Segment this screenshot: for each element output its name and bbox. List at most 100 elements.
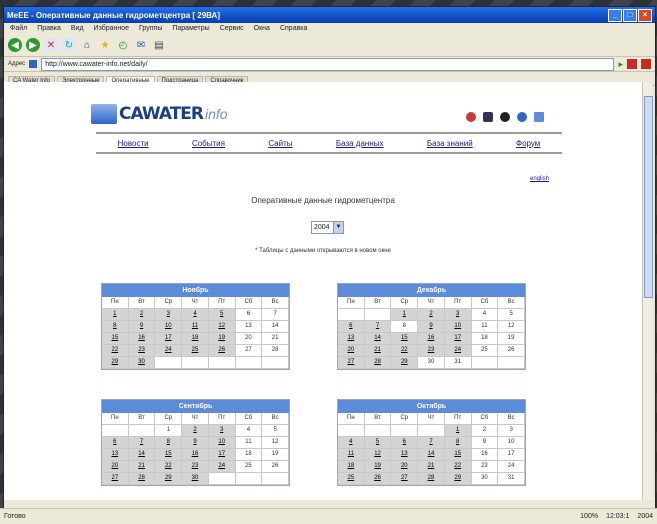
day-cell[interactable]: 23 [418, 345, 445, 357]
zoom-level[interactable]: 100% [580, 513, 598, 520]
scrollbar-thumb[interactable] [644, 96, 653, 298]
vertical-scrollbar[interactable] [642, 82, 653, 500]
day-cell[interactable]: 18 [182, 333, 209, 345]
back-icon[interactable]: ◀ [8, 38, 22, 52]
mail-site-icon[interactable] [534, 112, 544, 122]
day-cell[interactable]: 13 [391, 449, 419, 461]
day-cell[interactable]: 28 [364, 357, 392, 369]
maximize-button[interactable]: □ [623, 8, 637, 22]
day-cell[interactable]: 29 [391, 357, 419, 369]
day-cell[interactable]: 27 [338, 357, 365, 369]
day-cell[interactable]: 20 [338, 345, 365, 357]
day-cell[interactable]: 7 [364, 321, 392, 333]
day-cell[interactable]: 17 [208, 449, 236, 461]
day-cell[interactable]: 15 [391, 333, 419, 345]
day-cell[interactable]: 22 [444, 461, 472, 473]
day-cell[interactable]: 8 [102, 321, 129, 333]
day-cell[interactable]: 6 [391, 437, 419, 449]
address-bar[interactable]: http://www.cawater-info.net/daily/ [41, 57, 615, 71]
day-cell[interactable]: 22 [102, 345, 129, 357]
day-cell[interactable]: 29 [155, 473, 183, 485]
nav-events[interactable]: События [192, 139, 225, 148]
menu-file[interactable]: Файл [10, 25, 27, 32]
day-cell[interactable]: 22 [155, 461, 183, 473]
day-cell[interactable]: 10 [444, 321, 472, 333]
nav-knowledge-base[interactable]: База знаний [427, 139, 473, 148]
menu-favorites[interactable]: Избранное [94, 25, 129, 32]
english-link[interactable]: english [530, 176, 549, 182]
day-cell[interactable]: 23 [128, 345, 156, 357]
day-cell[interactable]: 3 [208, 425, 236, 437]
history-icon[interactable]: ◴ [116, 38, 130, 52]
menu-edit[interactable]: Правка [37, 25, 61, 32]
nav-news[interactable]: Новости [118, 139, 149, 148]
day-cell[interactable]: 2 [182, 425, 209, 437]
day-cell[interactable]: 23 [182, 461, 209, 473]
globe-icon[interactable] [500, 112, 510, 122]
stop-icon[interactable]: ✕ [44, 38, 58, 52]
day-cell[interactable]: 9 [418, 321, 445, 333]
day-cell[interactable]: 5 [364, 437, 392, 449]
day-cell[interactable]: 16 [128, 333, 156, 345]
go-icon[interactable]: ▸ [618, 59, 623, 70]
day-cell[interactable]: 3 [444, 309, 472, 321]
menu-window[interactable]: Окна [254, 25, 270, 32]
day-cell[interactable]: 17 [155, 333, 183, 345]
day-cell[interactable]: 8 [444, 437, 472, 449]
day-cell[interactable]: 4 [338, 437, 365, 449]
day-cell[interactable]: 28 [128, 473, 156, 485]
day-cell[interactable]: 14 [364, 333, 392, 345]
day-cell[interactable]: 29 [102, 357, 129, 369]
minimize-button[interactable]: _ [608, 8, 622, 22]
day-cell[interactable]: 27 [102, 473, 129, 485]
day-cell[interactable]: 29 [444, 473, 472, 485]
day-cell[interactable]: 11 [338, 449, 365, 461]
day-cell[interactable]: 21 [418, 461, 445, 473]
day-cell[interactable]: 7 [128, 437, 156, 449]
day-cell[interactable]: 30 [128, 357, 156, 369]
day-cell[interactable]: 14 [418, 449, 445, 461]
day-cell[interactable]: 20 [391, 461, 419, 473]
nav-database[interactable]: База данных [336, 139, 384, 148]
day-cell[interactable]: 28 [418, 473, 445, 485]
day-cell[interactable]: 20 [102, 461, 129, 473]
nav-sites[interactable]: Сайты [268, 139, 292, 148]
day-cell[interactable]: 10 [155, 321, 183, 333]
day-cell[interactable]: 22 [391, 345, 419, 357]
day-cell[interactable]: 2 [128, 309, 156, 321]
day-cell[interactable]: 16 [182, 449, 209, 461]
day-cell[interactable]: 24 [208, 461, 236, 473]
menu-help[interactable]: Справка [280, 25, 307, 32]
day-cell[interactable]: 7 [418, 437, 445, 449]
day-cell[interactable]: 26 [208, 345, 236, 357]
print-icon[interactable]: ▤ [152, 38, 166, 52]
day-cell[interactable]: 12 [364, 449, 392, 461]
day-cell[interactable]: 18 [338, 461, 365, 473]
day-cell[interactable]: 15 [102, 333, 129, 345]
day-cell[interactable]: 13 [338, 333, 365, 345]
day-cell[interactable]: 21 [128, 461, 156, 473]
refresh-icon[interactable]: ↻ [62, 38, 76, 52]
day-cell[interactable]: 15 [444, 449, 472, 461]
day-cell[interactable]: 24 [444, 345, 472, 357]
day-cell[interactable]: 16 [418, 333, 445, 345]
close-button[interactable]: × [638, 8, 652, 22]
day-cell[interactable]: 10 [208, 437, 236, 449]
day-cell[interactable]: 19 [364, 461, 392, 473]
menu-tools[interactable]: Сервис [220, 25, 244, 32]
day-cell[interactable]: 14 [128, 449, 156, 461]
favorites-star-icon[interactable]: ★ [98, 38, 112, 52]
day-cell[interactable]: 21 [364, 345, 392, 357]
day-cell[interactable]: 2 [418, 309, 445, 321]
home-icon[interactable]: ⌂ [80, 38, 94, 52]
day-cell[interactable]: 5 [208, 309, 236, 321]
day-cell[interactable]: 19 [208, 333, 236, 345]
day-cell[interactable]: 11 [182, 321, 209, 333]
day-cell[interactable]: 17 [444, 333, 472, 345]
day-cell[interactable]: 12 [208, 321, 236, 333]
database-icon[interactable] [483, 112, 493, 122]
day-cell[interactable]: 1 [444, 425, 472, 437]
day-cell[interactable]: 24 [155, 345, 183, 357]
title-bar[interactable]: МеЕЕ - Оперативные данные гидрометцентра… [4, 7, 655, 23]
day-cell[interactable]: 3 [155, 309, 183, 321]
